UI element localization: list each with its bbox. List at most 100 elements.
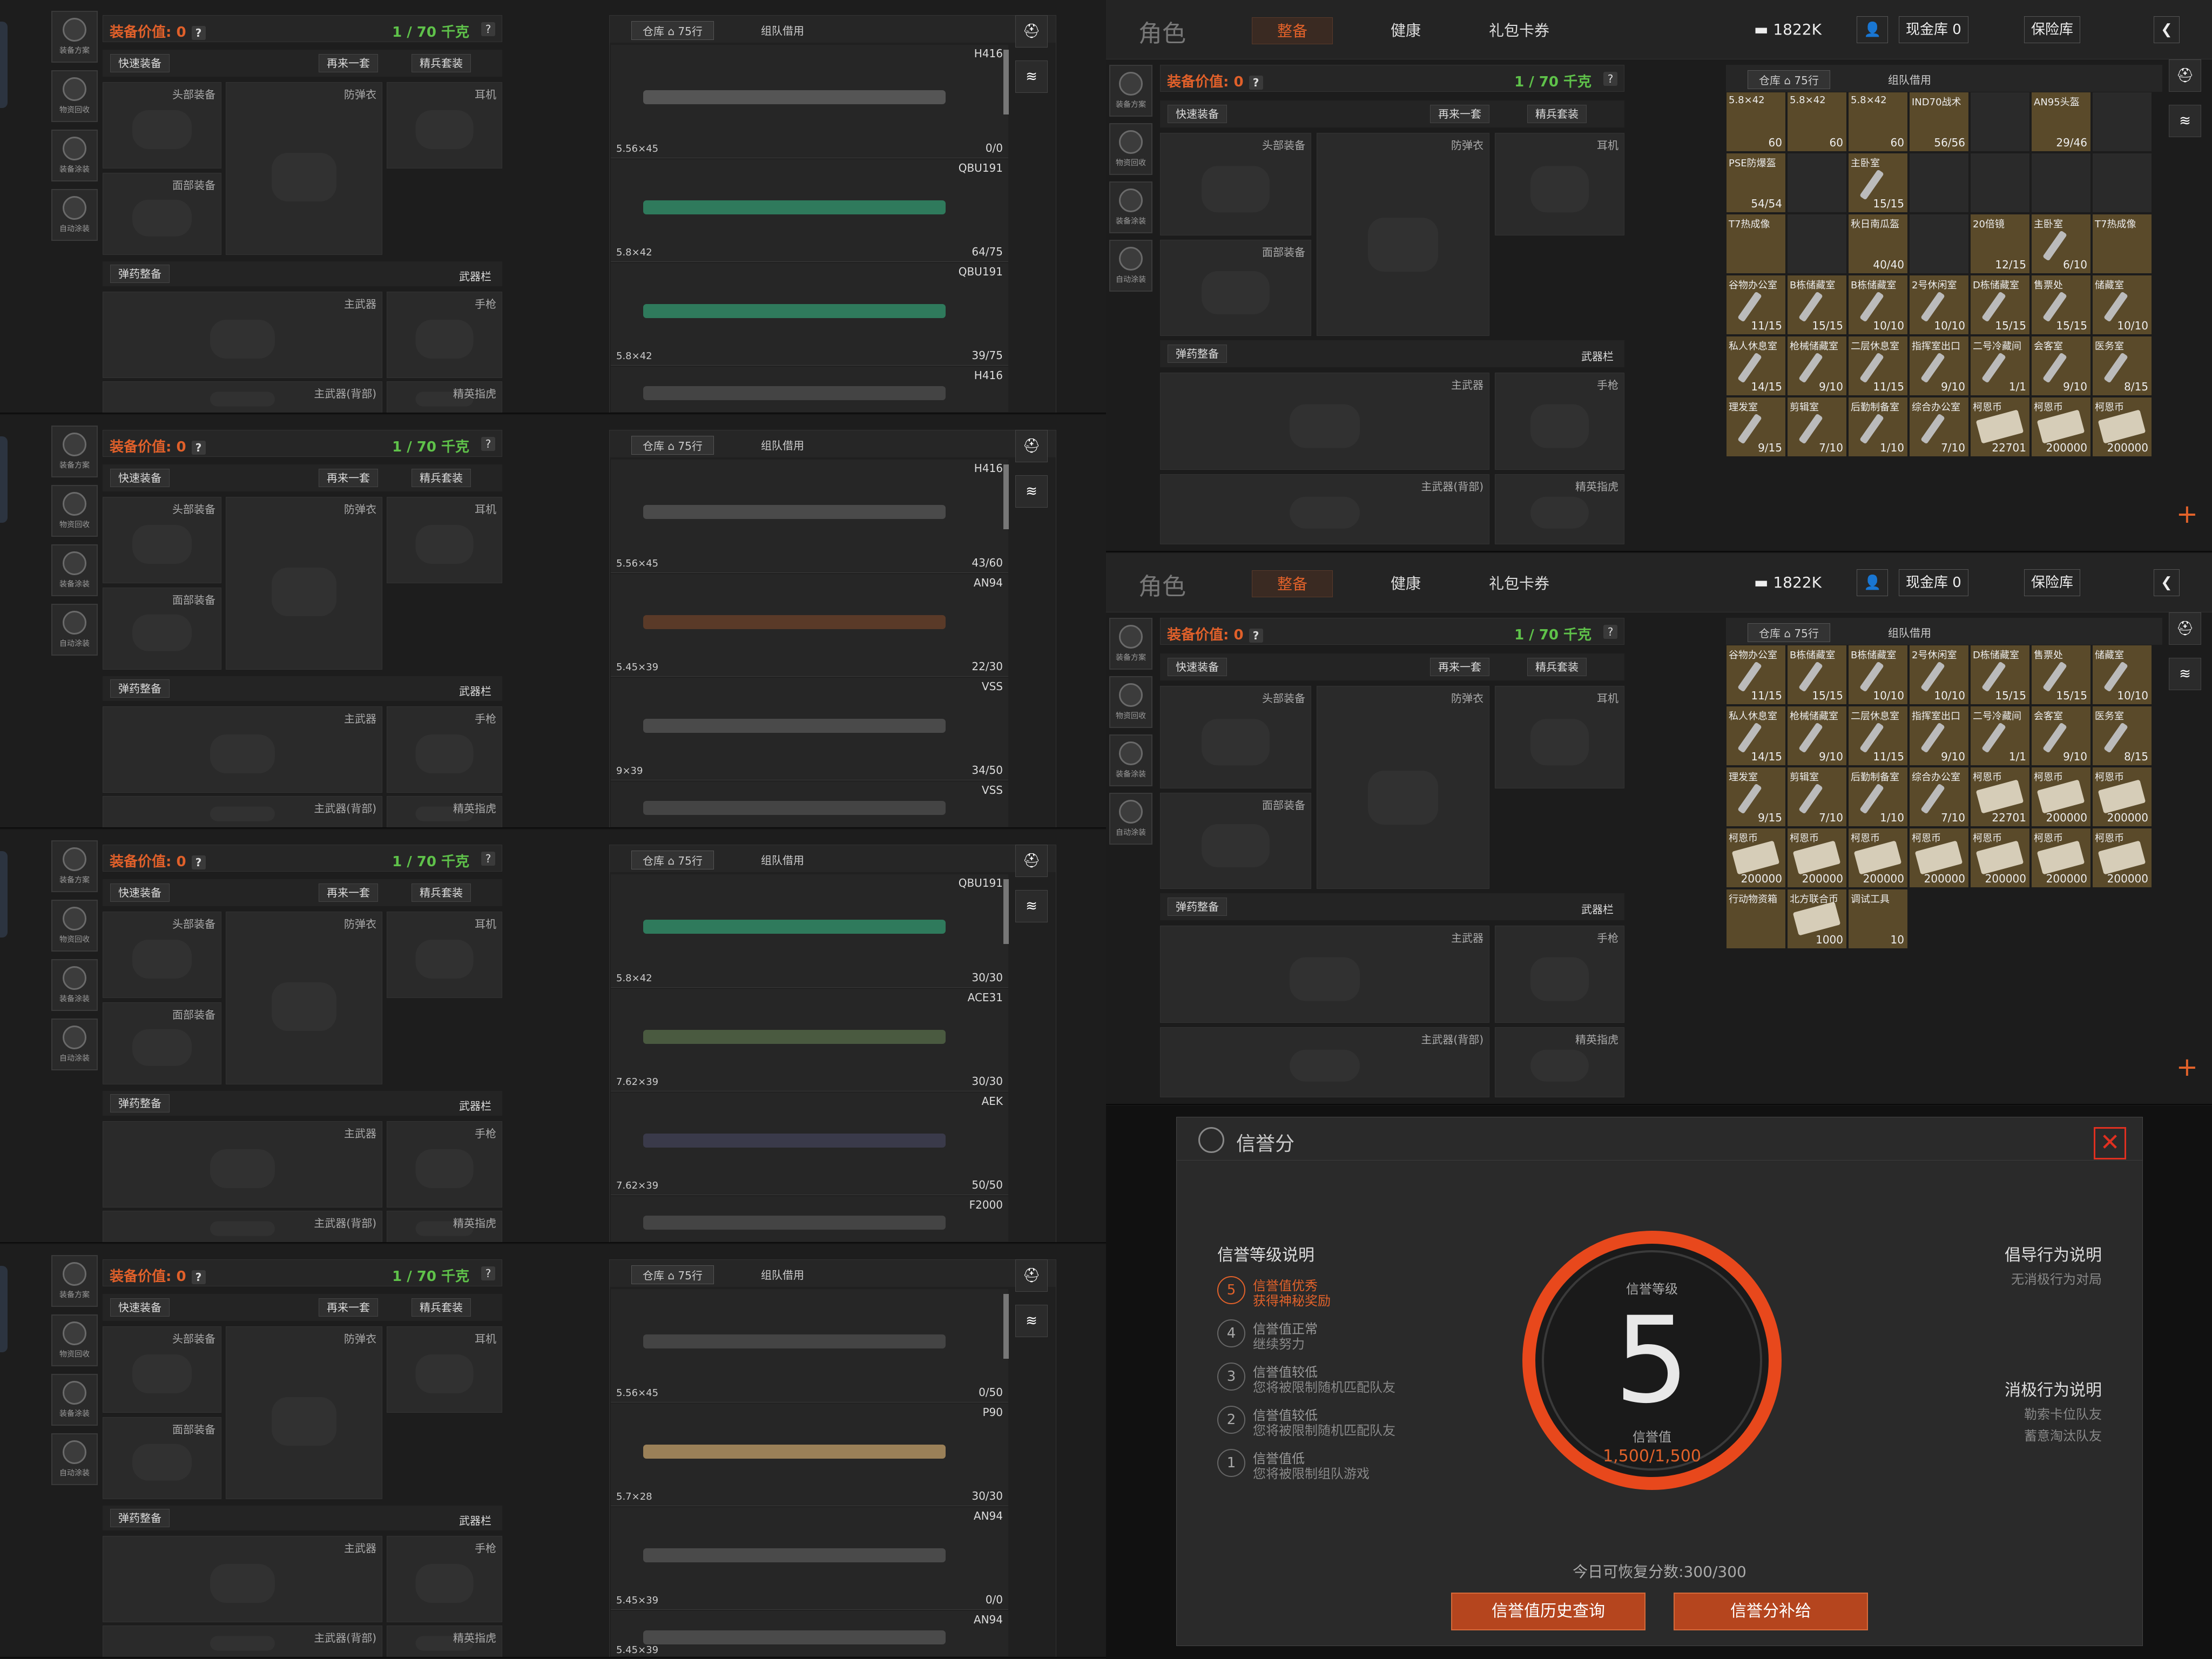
top-tab[interactable]: 礼包卡券 — [1473, 570, 1565, 597]
head-slot[interactable]: 头部装备 — [1160, 133, 1311, 235]
grid-item[interactable]: 储藏室 10/10 — [2092, 645, 2152, 705]
grid-item[interactable]: 综合办公室 7/10 — [1909, 397, 1969, 457]
grid-item[interactable]: B栋储藏室 15/15 — [1787, 645, 1847, 705]
again-button[interactable]: 再来一套 — [1430, 658, 1489, 676]
sidebar-button[interactable]: 自动涂装 — [51, 1019, 98, 1070]
main-back-slot[interactable]: 主武器(背部) — [103, 796, 382, 827]
ear-slot[interactable]: 耳机 — [1495, 133, 1624, 235]
history-button[interactable]: 信誉值历史查询 — [1451, 1593, 1645, 1630]
quick-equip-button[interactable]: 快速装备 — [110, 469, 170, 487]
avatar-button[interactable]: 👤 — [1857, 16, 1889, 43]
grid-item[interactable] — [1909, 214, 1969, 274]
weapon-item[interactable]: QBU191 5.8×42 64/75 — [611, 159, 1008, 262]
sidebar-button[interactable]: 装备涂装 — [51, 544, 98, 596]
sidebar-button[interactable]: 装备涂装 — [1109, 181, 1152, 233]
hat-icon[interactable]: ⛑ — [2169, 59, 2201, 92]
elite-button[interactable]: 精兵套装 — [412, 1298, 471, 1317]
grid-item[interactable]: 医务室 8/15 — [2092, 706, 2152, 766]
help-icon[interactable]: ? — [191, 441, 206, 455]
help-icon[interactable]: ? — [481, 22, 495, 36]
pistol-slot[interactable]: 手枪 — [387, 292, 502, 378]
top-tab[interactable]: 健康 — [1365, 17, 1446, 44]
help-icon[interactable]: ? — [1249, 629, 1263, 643]
warehouse-scrollbar[interactable] — [1003, 1294, 1009, 1359]
sidebar-button[interactable]: 物资回收 — [51, 70, 98, 122]
grid-item[interactable]: 5.8×42 60 — [1848, 92, 1908, 152]
safe-button[interactable]: 保险库 — [2024, 16, 2081, 43]
main-back-slot[interactable]: 主武器(背部) — [103, 381, 382, 413]
layers-icon[interactable]: ≋ — [1015, 60, 1048, 93]
grid-item[interactable] — [2031, 153, 2091, 213]
face-slot[interactable]: 面部装备 — [1160, 793, 1311, 889]
grid-item[interactable]: 柯恩币 200000 — [1909, 828, 1969, 888]
main-back-slot[interactable]: 主武器(背部) — [1160, 474, 1489, 544]
help-icon[interactable]: ? — [1603, 72, 1617, 86]
grid-item[interactable]: 储藏室 10/10 — [2092, 275, 2152, 335]
sidebar-button[interactable]: 物资回收 — [51, 485, 98, 537]
sidebar-button[interactable]: 装备方案 — [51, 840, 98, 892]
sidebar-button[interactable]: 物资回收 — [51, 900, 98, 952]
grid-item[interactable]: B栋储藏室 15/15 — [1787, 275, 1847, 335]
grid-item[interactable]: AN95头盔 29/46 — [2031, 92, 2091, 152]
face-slot[interactable]: 面部装备 — [103, 1002, 221, 1084]
grid-item[interactable]: 柯恩币 22701 — [1970, 767, 2030, 827]
pistol-slot[interactable]: 手枪 — [387, 1121, 502, 1208]
grid-item[interactable]: 二号冷藏间 1/1 — [1970, 336, 2030, 396]
grid-item[interactable]: B栋储藏室 10/10 — [1848, 645, 1908, 705]
help-icon[interactable]: ? — [191, 855, 206, 869]
grid-item[interactable]: 综合办公室 7/10 — [1909, 767, 1969, 827]
head-slot[interactable]: 头部装备 — [103, 1326, 221, 1413]
help-icon[interactable]: ? — [481, 437, 495, 451]
grid-item[interactable]: B栋储藏室 10/10 — [1848, 275, 1908, 335]
layers-icon[interactable]: ≋ — [2169, 658, 2201, 690]
cash-button[interactable]: 现金库 0 — [1899, 16, 1968, 43]
layers-icon[interactable]: ≋ — [2169, 105, 2201, 137]
grid-item[interactable]: 5.8×42 60 — [1787, 92, 1847, 152]
weapon-item[interactable]: F2000 — [611, 1196, 1008, 1242]
again-button[interactable]: 再来一套 — [1430, 105, 1489, 123]
pistol-slot[interactable]: 手枪 — [1495, 373, 1624, 470]
elite-button[interactable]: 精兵套装 — [412, 884, 471, 902]
weapon-item[interactable]: ACE31 7.62×39 30/30 — [611, 989, 1008, 1091]
grid-item[interactable]: 柯恩币 200000 — [1970, 828, 2030, 888]
hat-icon[interactable]: ⛑ — [1015, 1259, 1048, 1292]
warehouse-scrollbar[interactable] — [1003, 464, 1009, 529]
head-slot[interactable]: 头部装备 — [103, 82, 221, 168]
main-weapon-slot[interactable]: 主武器 — [103, 1121, 382, 1208]
grid-item[interactable]: 谷物办公室 11/15 — [1726, 645, 1786, 705]
grid-item[interactable] — [1909, 153, 1969, 213]
hat-icon[interactable]: ⛑ — [1015, 15, 1048, 48]
sidebar-button[interactable]: 装备涂装 — [1109, 734, 1152, 786]
ear-slot[interactable]: 耳机 — [387, 497, 502, 583]
tab-team-borrow[interactable]: 组队借用 — [761, 1266, 804, 1282]
layers-icon[interactable]: ≋ — [1015, 475, 1048, 508]
quick-equip-button[interactable]: 快速装备 — [110, 54, 170, 72]
hat-icon[interactable]: ⛑ — [1015, 845, 1048, 877]
sidebar-button[interactable]: 装备方案 — [51, 1255, 98, 1307]
help-icon[interactable]: ? — [481, 1266, 495, 1280]
weapon-item[interactable]: AEK 7.62×39 50/50 — [611, 1092, 1008, 1195]
ammo-button[interactable]: 弹药整备 — [1168, 345, 1227, 363]
weapon-item[interactable]: QBU191 5.8×42 30/30 — [611, 874, 1008, 988]
grid-item[interactable]: 后勤制备室 1/10 — [1848, 767, 1908, 827]
grid-item[interactable]: 私人休息室 14/15 — [1726, 336, 1786, 396]
face-slot[interactable]: 面部装备 — [103, 173, 221, 255]
tab-warehouse[interactable]: 仓库 ⌂ 75行 — [631, 851, 714, 869]
elite-ring-slot[interactable]: 精英指虎 — [1495, 1027, 1624, 1097]
grid-item[interactable]: 谷物办公室 11/15 — [1726, 275, 1786, 335]
main-weapon-slot[interactable]: 主武器 — [1160, 373, 1489, 470]
main-back-slot[interactable]: 主武器(背部) — [1160, 1027, 1489, 1097]
grid-item[interactable] — [2092, 153, 2152, 213]
grid-item[interactable]: 柯恩币 200000 — [2092, 828, 2152, 888]
tab-warehouse[interactable]: 仓库 ⌂ 75行 — [631, 436, 714, 455]
weapon-item[interactable]: AN94 5.45×39 0/0 — [611, 1507, 1008, 1610]
warehouse-scrollbar[interactable] — [1003, 879, 1009, 944]
weapon-item[interactable]: H416 5.56×45 0/0 — [611, 45, 1008, 158]
grid-item[interactable]: 2号休闲室 10/10 — [1909, 645, 1969, 705]
elite-ring-slot[interactable]: 精英指虎 — [387, 1211, 502, 1242]
again-button[interactable]: 再来一套 — [319, 1298, 378, 1317]
again-button[interactable]: 再来一套 — [319, 54, 378, 72]
grid-item[interactable]: 后勤制备室 1/10 — [1848, 397, 1908, 457]
weapon-item[interactable]: QBU191 5.8×42 39/75 — [611, 263, 1008, 366]
elite-button[interactable]: 精兵套装 — [1527, 105, 1587, 123]
